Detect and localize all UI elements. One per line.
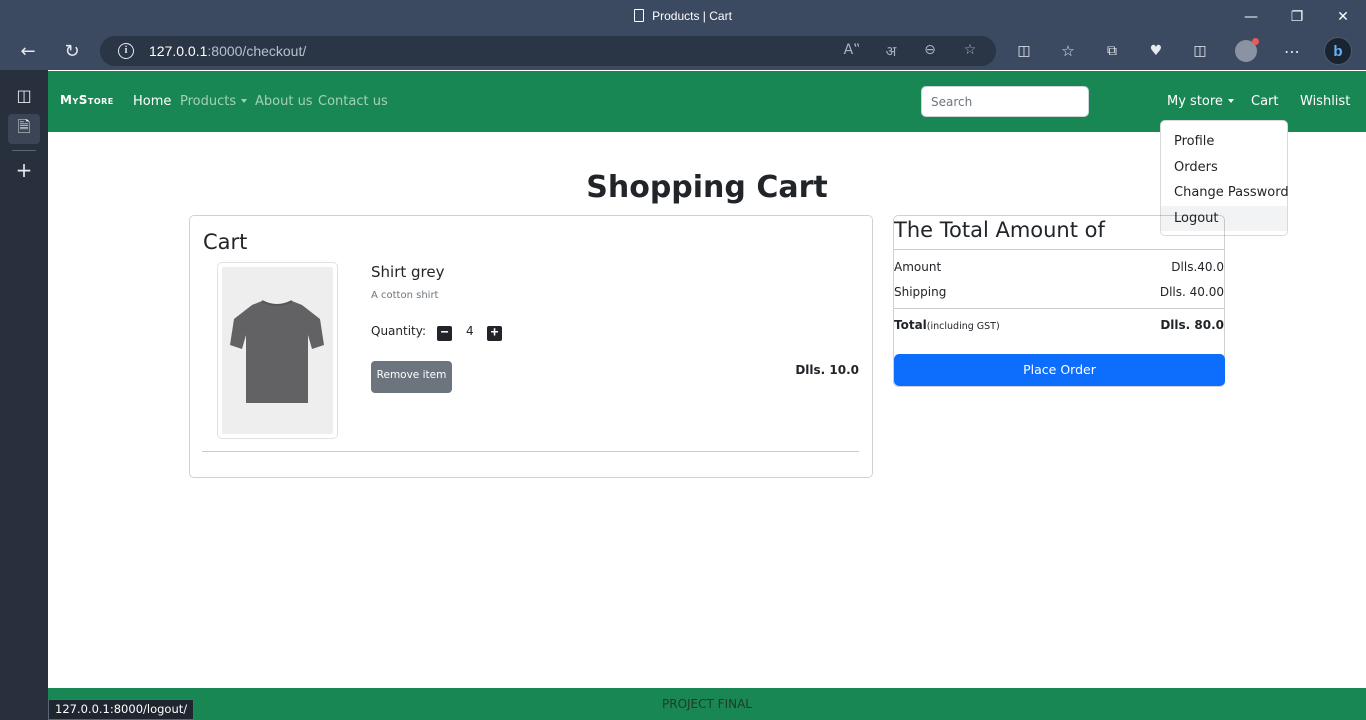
refresh-icon[interactable]: ↻ bbox=[57, 37, 87, 65]
restore-icon[interactable]: ❐ bbox=[1274, 0, 1320, 33]
place-order-button[interactable]: Place Order bbox=[894, 354, 1225, 386]
product-description: A cotton shirt bbox=[371, 290, 439, 301]
nav-products[interactable]: Products bbox=[180, 94, 248, 109]
read-aloud-icon[interactable]: A‟ bbox=[842, 42, 862, 60]
amount-label: Amount bbox=[894, 260, 942, 274]
quantity-label: Quantity: bbox=[371, 324, 427, 338]
favorites-icon[interactable]: ☆ bbox=[1053, 37, 1083, 65]
page-title: Shopping Cart bbox=[586, 170, 828, 205]
url-text[interactable]: 127.0.0.1:8000/checkout/ bbox=[149, 43, 306, 59]
link-status-bar: 127.0.0.1:8000/logout/ bbox=[48, 699, 195, 720]
item-price: Dlls. 10.0 bbox=[795, 363, 859, 377]
decrease-quantity-minus-icon[interactable]: − bbox=[437, 326, 452, 341]
nav-my-store[interactable]: My store bbox=[1167, 94, 1234, 109]
address-bar[interactable]: i 127.0.0.1:8000/checkout/ A‟ अ ⊖ ☆ bbox=[100, 36, 996, 66]
chevron-down-icon bbox=[1227, 99, 1234, 103]
increase-quantity-plus-icon[interactable]: + bbox=[487, 326, 502, 341]
back-icon[interactable]: ← bbox=[13, 37, 43, 65]
browser-sidebar: ◫ 🗎 + bbox=[0, 70, 48, 720]
vertical-tab-page-icon[interactable]: 🗎 bbox=[8, 114, 40, 144]
browser-title-bar: Products | Cart — ❐ ✕ bbox=[0, 0, 1366, 33]
quantity-value: 4 bbox=[466, 324, 474, 338]
close-icon[interactable]: ✕ bbox=[1320, 0, 1366, 33]
summary-header: The Total Amount of bbox=[894, 218, 1105, 242]
order-summary-card: The Total Amount of Amount Dlls.40.0 Shi… bbox=[893, 215, 1225, 387]
tab-title: Products | Cart bbox=[652, 9, 732, 23]
nav-contact-us[interactable]: Contact us bbox=[318, 94, 388, 109]
translate-icon[interactable]: अ bbox=[881, 42, 901, 60]
cart-header: Cart bbox=[203, 230, 248, 254]
tshirt-image bbox=[230, 300, 324, 403]
nav-wishlist[interactable]: Wishlist bbox=[1300, 94, 1350, 109]
window-title: Products | Cart bbox=[0, 9, 1366, 23]
shipping-label: Shipping bbox=[894, 285, 947, 299]
amount-value: Dlls.40.0 bbox=[1171, 260, 1224, 274]
cart-card: Cart Shirt grey A cotton shirt Quantity:… bbox=[189, 215, 873, 478]
chevron-down-icon bbox=[241, 99, 248, 103]
nav-about-us[interactable]: About us bbox=[255, 94, 313, 109]
total-note: (including GST) bbox=[926, 321, 1000, 332]
summary-divider bbox=[894, 308, 1224, 309]
zoom-icon[interactable]: ⊖ bbox=[920, 42, 940, 60]
browser-toolbar: ← ↻ i 127.0.0.1:8000/checkout/ A‟ अ ⊖ ☆ … bbox=[0, 33, 1366, 70]
summary-divider bbox=[894, 249, 1224, 250]
site-footer: PROJECT FINAL bbox=[48, 688, 1366, 720]
total-label: Total(including GST) bbox=[894, 318, 1000, 332]
more-menu-icon[interactable]: ⋯ bbox=[1277, 37, 1307, 65]
collections-icon[interactable]: ⧉ bbox=[1097, 37, 1127, 65]
nav-cart[interactable]: Cart bbox=[1251, 94, 1279, 109]
copilot-icon[interactable]: b bbox=[1323, 37, 1353, 65]
minimize-icon[interactable]: — bbox=[1228, 0, 1274, 33]
product-image bbox=[217, 262, 338, 439]
new-tab-plus-icon[interactable]: + bbox=[8, 155, 40, 185]
sidebar-divider bbox=[12, 150, 36, 151]
sidebar-toggle-icon[interactable]: ◫ bbox=[1185, 37, 1215, 65]
product-name[interactable]: Shirt grey bbox=[371, 263, 444, 281]
cart-divider bbox=[202, 451, 859, 452]
profile-avatar-icon[interactable] bbox=[1231, 37, 1261, 65]
site-info-icon[interactable]: i bbox=[118, 43, 134, 59]
brand-logo[interactable]: MyStore bbox=[60, 93, 114, 107]
search-input[interactable] bbox=[921, 86, 1089, 117]
dropdown-item-profile[interactable]: Profile bbox=[1161, 129, 1287, 155]
favorite-star-icon[interactable]: ☆ bbox=[960, 42, 980, 60]
nav-home[interactable]: Home bbox=[133, 94, 171, 109]
shipping-value: Dlls. 40.00 bbox=[1159, 285, 1224, 299]
remove-item-button[interactable]: Remove item bbox=[371, 361, 452, 393]
tab-actions-icon[interactable]: ◫ bbox=[8, 80, 40, 110]
performance-icon[interactable]: ♥ bbox=[1141, 37, 1171, 65]
page-icon bbox=[634, 9, 645, 22]
total-value: Dlls. 80.0 bbox=[1160, 318, 1224, 332]
split-screen-icon[interactable]: ◫ bbox=[1009, 37, 1039, 65]
